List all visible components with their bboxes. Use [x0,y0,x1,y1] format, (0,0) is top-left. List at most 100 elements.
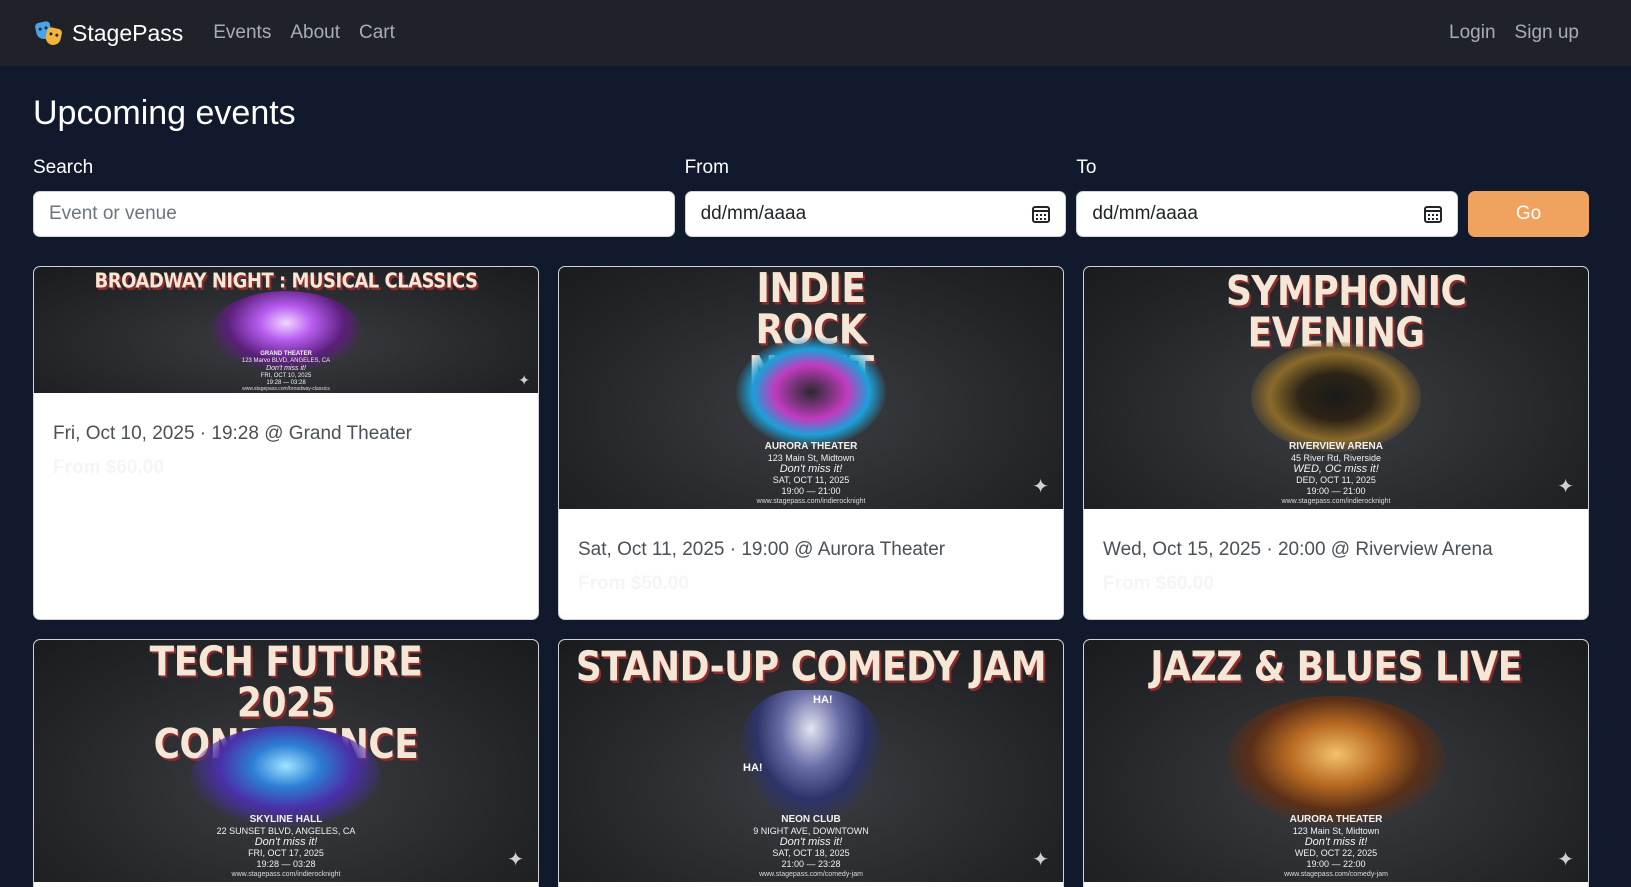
speech-text: HA! [813,694,833,706]
poster-date: SAT, OCT 18, 2025 [772,848,850,859]
poster-tagline: Don't miss it! [779,462,843,475]
poster-date: SAT, OCT 11, 2025 [772,475,850,486]
poster-info: SKYLINE HALL 22 SUNSET BLVD, ANGELES, CA… [34,814,538,869]
poster-url: www.stagepass.com/indierocknight [756,498,866,505]
speech-text: HA! [743,762,763,774]
card-body: Wed, Oct 15, 2025 · 20:00 @ Riverview Ar… [1084,509,1588,595]
search-placeholder: Event or venue [49,203,177,224]
poster-info: RIVERVIEW ARENA 45 River Rd, Riverside W… [1084,441,1588,496]
event-poster: JAZZ & BLUES LIVE AURORA THEATER 123 Mai… [1084,640,1588,882]
poster-url: www.stagepass.com/indierocknight [1281,498,1391,505]
nav-link-about[interactable]: About [290,22,340,44]
poster-address: 9 NIGHT AVE, DOWNTOWN [753,825,869,836]
poster-tagline: Don't miss it! [779,835,843,848]
conductor-art [1251,342,1421,452]
search-field: Search Event or venue [33,157,675,237]
poster-tagline: Don't miss it! [254,835,318,848]
event-meta: Sat, Oct 11, 2025 · 19:00 @ Aurora Theat… [578,539,946,560]
auth-nav: Login Sign up [1449,22,1579,44]
sparkle-icon: ✦ [507,849,524,871]
poster-tagline: Don't miss it! [1304,835,1368,848]
event-poster: INDIE ROCK NIGHT AURORA THEATER 123 Main… [559,267,1063,509]
brand-link[interactable]: StagePass [34,19,184,47]
event-card[interactable]: SYMPHONIC EVENING RIVERVIEW ARENA 45 Riv… [1083,266,1589,620]
poster-date: FRI, OCT 17, 2025 [248,848,324,859]
login-link[interactable]: Login [1449,22,1496,44]
to-field: To dd/mm/aaaa [1076,157,1459,237]
poster-title: JAZZ & BLUES LIVE [1150,643,1522,691]
poster-venue: SKYLINE HALL [249,814,323,825]
comedian-art [741,690,881,820]
poster-date: DED, OCT 11, 2025 [1296,475,1376,486]
calendar-icon[interactable] [1424,205,1443,223]
poster-date: WED, OCT 22, 2025 [1294,848,1378,859]
navbar: StagePass Events About Cart Login Sign u… [0,0,1631,66]
to-label: To [1076,157,1097,178]
calendar-icon[interactable] [1032,205,1051,223]
to-date-value: dd/mm/aaaa [1092,203,1198,224]
event-meta: Fri, Oct 10, 2025 · 19:28 @ Grand Theate… [53,423,413,444]
event-poster: SYMPHONIC EVENING RIVERVIEW ARENA 45 Riv… [1084,267,1588,509]
poster-address: 123 Main St, Midtown [1292,825,1380,836]
event-poster: BROADWAY NIGHT : MUSICAL CLASSICS GRAND … [34,267,538,393]
poster-date: FRI, OCT 10, 2025 [260,372,312,379]
card-body: Sat, Oct 11, 2025 · 19:00 @ Aurora Theat… [559,509,1063,595]
signup-link[interactable]: Sign up [1515,22,1579,44]
nav-link-cart[interactable]: Cart [359,22,395,44]
poster-tagline: WED, OC miss it! [1293,462,1379,475]
card-body: Fri, Oct 10, 2025 · 19:28 @ Grand Theate… [34,393,538,479]
brand-name: StagePass [72,19,184,46]
event-card[interactable]: TECH FUTURE 2025 CONFERENCE SKYLINE HALL… [33,639,539,887]
sparkle-icon: ✦ [1032,476,1049,498]
theater-masks-icon [34,20,63,47]
poster-time: 21:00 — 23:28 [781,858,841,869]
sparkle-icon: ✦ [518,372,530,388]
event-card[interactable]: BROADWAY NIGHT : MUSICAL CLASSICS GRAND … [33,266,539,620]
event-price: From $60.00 [53,457,164,478]
to-date-input[interactable]: dd/mm/aaaa [1076,191,1459,237]
globe-art [191,726,381,826]
main-content: Upcoming events Search Event or venue Fr… [0,66,1631,887]
poster-venue: NEON CLUB [781,814,841,825]
poster-address: 22 SUNSET BLVD, ANGELES, CA [216,825,356,836]
poster-url: www.stagepass.com/comedy-jam [759,871,863,878]
sparkle-icon: ✦ [1557,849,1574,871]
poster-time: 19:00 — 21:00 [1306,485,1366,496]
event-card[interactable]: STAND-UP COMEDY JAM HA! HA! NEON CLUB 9 … [558,639,1064,887]
poster-venue: AURORA THEATER [764,441,858,452]
guitarist-art [736,337,886,447]
event-meta: Wed, Oct 15, 2025 · 20:00 @ Riverview Ar… [1103,539,1493,560]
jazz-band-art [1226,696,1446,826]
poster-info: AURORA THEATER 123 Main St, Midtown Don'… [559,441,1063,496]
from-date-value: dd/mm/aaaa [700,203,807,224]
event-card[interactable]: INDIE ROCK NIGHT AURORA THEATER 123 Main… [558,266,1064,620]
poster-url: www.stagepass.com/broadway-classics [242,386,330,392]
poster-venue: RIVERVIEW ARENA [1289,441,1383,452]
page-title: Upcoming events [33,94,296,132]
search-input[interactable]: Event or venue [33,191,675,237]
events-grid-row-2: TECH FUTURE 2025 CONFERENCE SKYLINE HALL… [33,639,1589,887]
poster-venue: GRAND THEATER [260,351,312,357]
event-price: From $50.00 [578,573,689,594]
poster-address: 123 Marvo BLVD, ANGELES, CA [241,357,331,364]
go-button[interactable]: Go [1468,191,1589,237]
poster-title: BROADWAY NIGHT : MUSICAL CLASSICS [94,269,478,294]
poster-info: NEON CLUB 9 NIGHT AVE, DOWNTOWN Don't mi… [559,814,1063,869]
event-card[interactable]: JAZZ & BLUES LIVE AURORA THEATER 123 Mai… [1083,639,1589,887]
poster-info: AURORA THEATER 123 Main St, Midtown Don'… [1084,814,1588,869]
event-filters: Search Event or venue From dd/mm/aaaa To… [33,157,1589,237]
event-poster: TECH FUTURE 2025 CONFERENCE SKYLINE HALL… [34,640,538,882]
primary-nav: Events About Cart [213,22,395,44]
event-poster: STAND-UP COMEDY JAM HA! HA! NEON CLUB 9 … [559,640,1063,882]
from-label: From [684,157,729,178]
poster-info: GRAND THEATER 123 Marvo BLVD, ANGELES, C… [34,351,538,387]
poster-address: 123 Main St, Midtown [767,452,855,463]
from-field: From dd/mm/aaaa [684,157,1067,237]
nav-link-events[interactable]: Events [213,22,271,44]
poster-title: STAND-UP COMEDY JAM [575,643,1047,691]
poster-url: www.stagepass.com/indierocknight [231,871,341,878]
poster-tagline: Don't miss it! [266,364,306,372]
from-date-input[interactable]: dd/mm/aaaa [684,191,1067,237]
sparkle-icon: ✦ [1032,849,1049,871]
poster-url: www.stagepass.com/comedy-jam [1284,871,1388,878]
